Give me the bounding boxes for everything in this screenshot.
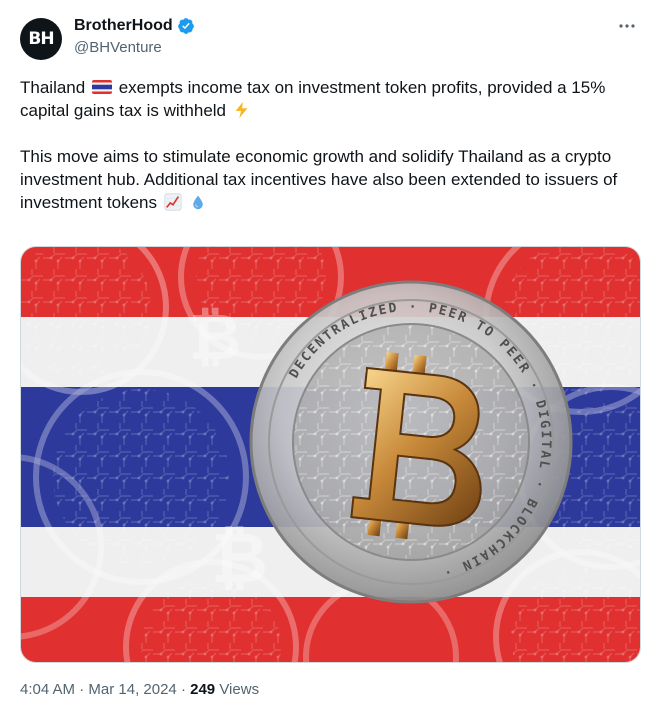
tweet-image[interactable]: DECENTRALIZED · PEER TO PEER · DIGITAL ·… bbox=[20, 246, 641, 663]
separator: · bbox=[79, 681, 85, 698]
chart-increasing-emoji bbox=[164, 193, 182, 211]
avatar[interactable]: BH bbox=[20, 18, 62, 60]
views-label: Views bbox=[219, 681, 260, 698]
tweet-text: Thailand exempts income tax on investmen… bbox=[20, 76, 645, 214]
tweet-paragraph-1: Thailand exempts income tax on investmen… bbox=[20, 76, 645, 122]
svg-text:₿: ₿ bbox=[211, 517, 268, 599]
more-options-icon[interactable] bbox=[615, 14, 639, 38]
tweet-text-segment: Thailand bbox=[20, 78, 86, 97]
tweet-time[interactable]: 4:04 AM bbox=[20, 681, 75, 698]
verified-badge-icon bbox=[177, 18, 194, 34]
author-name-row: BrotherHood bbox=[74, 17, 195, 35]
bitcoin-thailand-flag-image: DECENTRALIZED · PEER TO PEER · DIGITAL ·… bbox=[21, 247, 640, 662]
display-name[interactable]: BrotherHood bbox=[74, 17, 173, 35]
separator: · bbox=[180, 681, 186, 698]
tweet: BH BrotherHood @BHVenture Thailand exemp… bbox=[0, 0, 661, 714]
svg-text:₿: ₿ bbox=[189, 301, 241, 375]
tweet-text-segment: This move aims to stimulate economic gro… bbox=[20, 147, 618, 212]
thailand-flag-emoji bbox=[91, 80, 112, 94]
droplet-emoji bbox=[193, 195, 204, 210]
tweet-date[interactable]: Mar 14, 2024 bbox=[88, 681, 176, 698]
lightning-emoji bbox=[235, 101, 248, 119]
main-bitcoin-coin: DECENTRALIZED · PEER TO PEER · DIGITAL ·… bbox=[249, 280, 573, 604]
views-count: 249 bbox=[190, 681, 216, 698]
author-handle[interactable]: @BHVenture bbox=[74, 39, 162, 56]
tweet-metadata: 4:04 AM · Mar 14, 2024 · 249 Views bbox=[20, 681, 259, 698]
tweet-paragraph-2: This move aims to stimulate economic gro… bbox=[20, 145, 645, 214]
